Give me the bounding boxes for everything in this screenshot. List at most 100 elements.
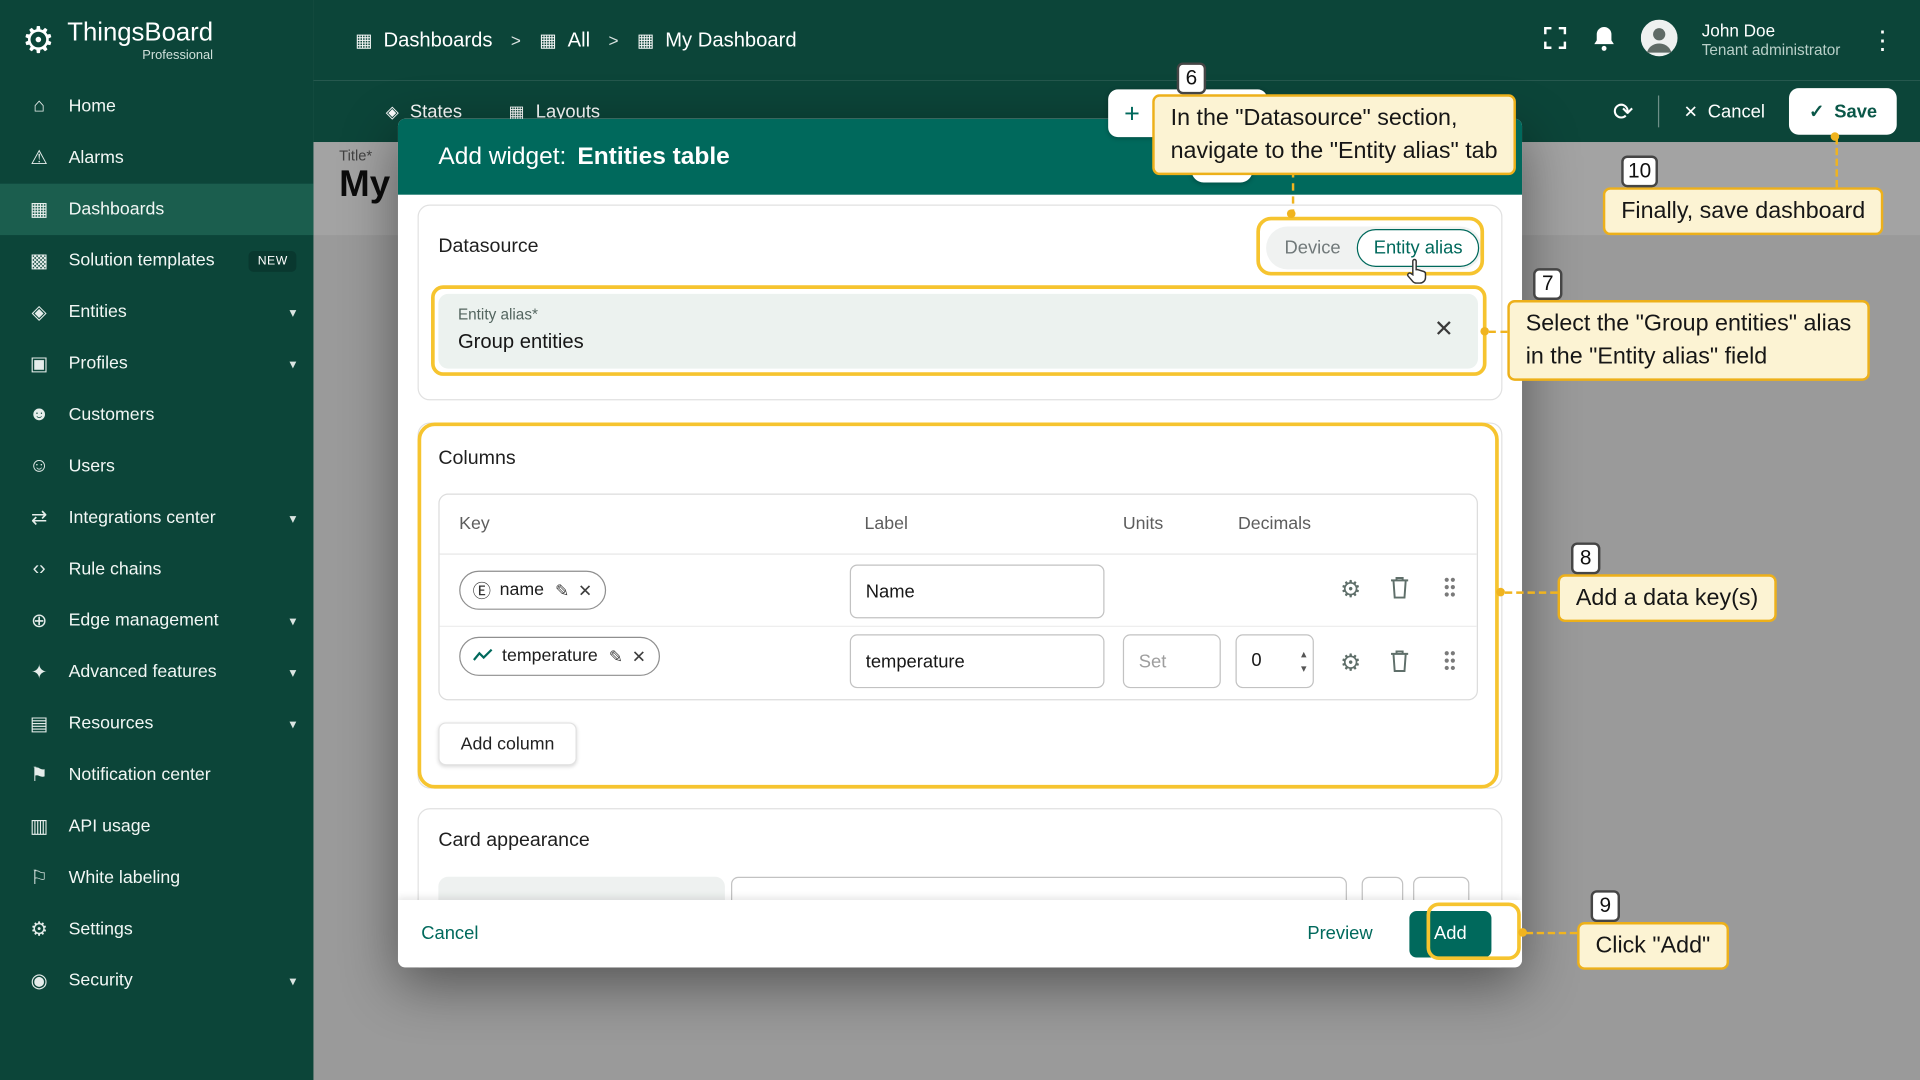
breadcrumb-all[interactable]: ▦All	[539, 29, 590, 52]
remove-key-icon[interactable]: ✕	[632, 646, 646, 667]
kebab-menu-icon[interactable]: ⋮	[1865, 25, 1901, 56]
fullscreen-icon[interactable]	[1543, 25, 1567, 56]
column-header-units: Units	[1123, 514, 1163, 534]
sidebar-item-label: Entities	[69, 302, 127, 322]
sidebar-item-white-labeling[interactable]: ⚐White labeling	[0, 852, 313, 903]
history-icon[interactable]: ⟳	[1613, 96, 1634, 127]
step-badge-8: 8	[1571, 542, 1600, 574]
data-key-chip-name[interactable]: Ⓔ name ✎ ✕	[459, 571, 606, 610]
sidebar-item-profiles[interactable]: ▣Profiles▾	[0, 338, 313, 389]
dashboard-icon: ▦	[355, 29, 372, 51]
columns-table-header: Key Label Units Decimals	[440, 495, 1477, 555]
chevron-down-icon: ▾	[290, 356, 297, 372]
sidebar-item-integrations-center[interactable]: ⇄Integrations center▾	[0, 492, 313, 543]
sidebar-item-advanced-features[interactable]: ✦ Advanced features ▾	[0, 647, 313, 698]
breadcrumb: ▦Dashboards > ▦All > ▦My Dashboard	[355, 29, 797, 52]
columns-table: Key Label Units Decimals Ⓔ name ✎ ✕ ⚙	[438, 493, 1478, 700]
rule-chains-icon: ‹›	[27, 558, 51, 580]
units-input[interactable]	[1123, 634, 1221, 688]
delete-key-icon[interactable]	[1390, 576, 1410, 605]
customers-icon: ☻	[27, 404, 51, 426]
breadcrumb-dashboards[interactable]: ▦ Dashboards	[355, 29, 492, 52]
brand-edition: Professional	[67, 47, 213, 62]
sidebar-item-api-usage[interactable]: ▥API usage	[0, 801, 313, 852]
chevron-down-icon: ▾	[290, 304, 297, 320]
sidebar-item-edge-management[interactable]: ⊕Edge management▾	[0, 595, 313, 646]
edge-management-icon: ⊕	[27, 609, 51, 633]
chevron-down-icon: ▾	[290, 510, 297, 526]
avatar[interactable]	[1640, 19, 1677, 62]
dashboard-icon: ▦	[539, 29, 556, 51]
drag-handle-icon[interactable]	[1444, 576, 1456, 604]
callout-dot	[1518, 928, 1527, 937]
chevron-down-icon: ▾	[290, 664, 297, 680]
step-badge-7: 7	[1533, 268, 1562, 300]
sidebar-item-resources[interactable]: ▤ Resources ▾	[0, 698, 313, 749]
sidebar-item-customers[interactable]: ☻Customers	[0, 389, 313, 440]
notification-center-icon: ⚑	[27, 763, 51, 787]
screen: ⚙ ThingsBoard Professional ⌂Home ⚠Alarms…	[0, 0, 1920, 1080]
sidebar-item-label: Resources	[69, 714, 154, 734]
dialog-add-button[interactable]: Add	[1409, 910, 1491, 957]
table-row: temperature ✎ ✕ 0 ▴▾ ⚙	[440, 627, 1477, 700]
edit-key-icon[interactable]: ✎	[609, 646, 623, 667]
states-icon: ◈	[386, 101, 399, 122]
decimals-input[interactable]: 0 ▴▾	[1236, 634, 1314, 688]
chevron-down-icon: ▾	[290, 613, 297, 629]
spinner-down-icon[interactable]: ▾	[1301, 661, 1307, 676]
entity-alias-field[interactable]: Entity alias* Group entities ✕	[438, 294, 1478, 369]
plus-icon: +	[1124, 97, 1140, 129]
chevron-down-icon: ▾	[290, 716, 297, 732]
sidebar-item-security[interactable]: ◉Security▾	[0, 955, 313, 1006]
decimals-spinner[interactable]: ▴▾	[1301, 647, 1307, 676]
callout-connector	[1526, 932, 1577, 934]
edit-key-icon[interactable]: ✎	[555, 580, 569, 601]
step-callout-10: Finally, save dashboard	[1603, 187, 1884, 235]
sidebar: ⚙ ThingsBoard Professional ⌂Home ⚠Alarms…	[0, 0, 313, 1080]
tab-device[interactable]: Device	[1269, 238, 1357, 259]
advanced-features-icon: ✦	[27, 660, 51, 684]
resources-icon: ▤	[27, 711, 51, 735]
callout-dot	[1496, 588, 1505, 597]
add-column-button[interactable]: Add column	[438, 722, 576, 765]
key-settings-gear-icon[interactable]: ⚙	[1337, 576, 1364, 604]
notifications-bell-icon[interactable]	[1592, 24, 1616, 57]
dashboard-icon: ▦	[637, 29, 654, 51]
clear-alias-icon[interactable]: ✕	[1434, 316, 1453, 344]
entity-alias-label: Entity alias*	[458, 306, 538, 323]
close-icon: ✕	[1684, 101, 1698, 122]
sidebar-item-label: Advanced features	[69, 662, 217, 682]
datasource-type-toggle: Device Entity alias	[1266, 227, 1482, 270]
topbar: ▦Dashboards > ▦All > ▦My Dashboard John …	[313, 0, 1920, 81]
remove-key-icon[interactable]: ✕	[578, 580, 592, 601]
sidebar-item-label: Solution templates	[69, 251, 215, 271]
dialog-cancel-button[interactable]: Cancel	[421, 923, 478, 944]
preview-button[interactable]: Preview	[1307, 923, 1372, 944]
drag-handle-icon[interactable]	[1444, 650, 1456, 678]
label-input[interactable]	[850, 564, 1105, 618]
cancel-edit-button[interactable]: ✕Cancel	[1684, 101, 1765, 122]
breadcrumb-my-dashboard[interactable]: ▦My Dashboard	[637, 29, 797, 52]
spinner-up-icon[interactable]: ▴	[1301, 647, 1307, 662]
add-widget-dialog: Add widget: Entities table Datasource De…	[398, 119, 1522, 968]
sidebar-item-alarms[interactable]: ⚠Alarms	[0, 132, 313, 183]
breadcrumb-separator: >	[608, 31, 618, 51]
sidebar-item-home[interactable]: ⌂Home	[0, 81, 313, 132]
sidebar-item-notification-center[interactable]: ⚑Notification center	[0, 749, 313, 800]
sidebar-item-entities[interactable]: ◈Entities▾	[0, 287, 313, 338]
sidebar-item-solution-templates[interactable]: ▩Solution templatesNEW	[0, 235, 313, 286]
thingsboard-logo[interactable]: ⚙ ThingsBoard Professional	[0, 0, 313, 81]
save-dashboard-button[interactable]: ✓Save	[1789, 88, 1896, 135]
breadcrumb-label: Dashboards	[383, 29, 492, 52]
delete-key-icon[interactable]	[1390, 649, 1410, 678]
sidebar-item-dashboards[interactable]: ▦Dashboards	[0, 184, 313, 235]
sidebar-item-label: White labeling	[69, 868, 181, 888]
sidebar-item-settings[interactable]: ⚙Settings	[0, 904, 313, 955]
label-input[interactable]	[850, 634, 1105, 688]
brand-name: ThingsBoard	[67, 19, 213, 46]
callout-connector	[1836, 137, 1838, 187]
sidebar-item-rule-chains[interactable]: ‹›Rule chains	[0, 544, 313, 595]
sidebar-item-users[interactable]: ☺Users	[0, 441, 313, 492]
data-key-chip-temperature[interactable]: temperature ✎ ✕	[459, 637, 659, 676]
key-settings-gear-icon[interactable]: ⚙	[1337, 650, 1364, 678]
